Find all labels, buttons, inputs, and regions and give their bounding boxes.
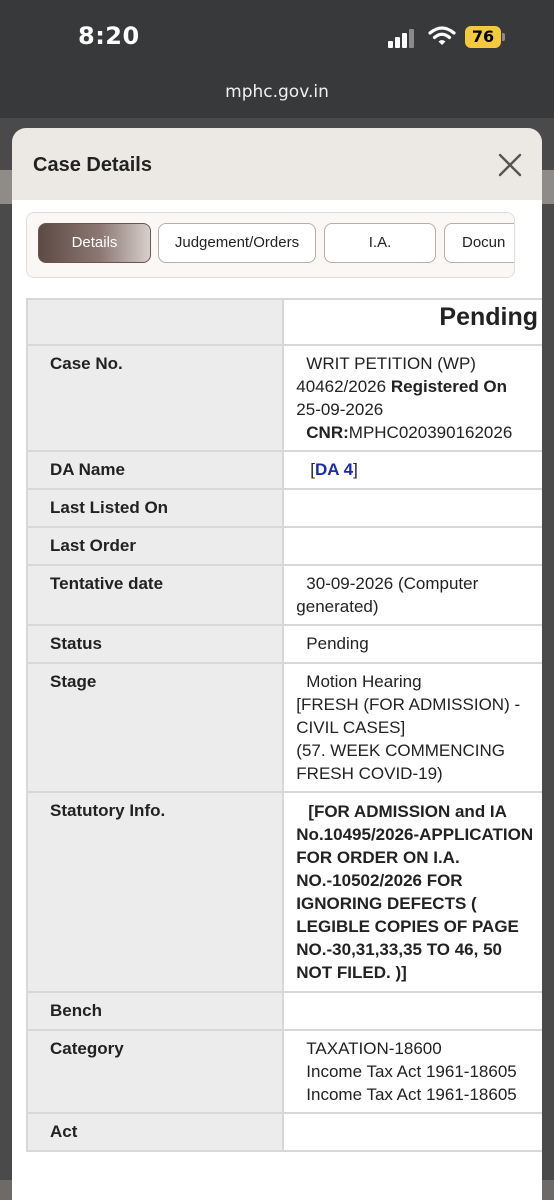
table-row-statutory-info: Statutory Info. [FOR ADMISSION and IA No… <box>25 791 542 993</box>
table-row-last-order: Last Order <box>25 526 542 566</box>
cellular-signal-icon <box>388 28 418 48</box>
tab-judgement-orders[interactable]: Judgement/Orders <box>158 223 316 263</box>
stage-line-1: Motion Hearing <box>306 672 422 691</box>
da-name-label: DA Name <box>25 450 285 490</box>
category-line-1: TAXATION-18600 <box>306 1039 442 1058</box>
case-no-value: WRIT PETITION (WP) 40462/2026 Registered… <box>282 344 542 452</box>
tab-documents[interactable]: Docun <box>444 223 514 263</box>
table-row-tentative-date: Tentative date 30-09-2026 (Computer gene… <box>25 564 542 626</box>
table-row-header: Pending <box>25 298 542 346</box>
battery-icon: 76 <box>465 26 505 48</box>
case-no-label: Case No. <box>25 344 285 452</box>
status-label: Status <box>25 624 285 664</box>
bench-value <box>282 991 542 1031</box>
table-row-case-no: Case No. WRIT PETITION (WP) 40462/2026 R… <box>25 344 542 452</box>
category-line-3: Income Tax Act 1961-18605 <box>306 1085 517 1104</box>
case-number: 40462/2026 <box>296 377 387 396</box>
act-label: Act <box>25 1112 285 1152</box>
statutory-info-label: Statutory Info. <box>25 791 285 993</box>
da-name-link[interactable]: DA 4 <box>315 460 353 479</box>
tab-bar: Details Judgement/Orders I.A. Docun <box>26 212 515 278</box>
stage-line-2: [FRESH (FOR ADMISSION) - CIVIL CASES] <box>296 695 521 737</box>
battery-level: 76 <box>465 26 501 48</box>
case-details-modal: Case Details Details Judgement/Orders I.… <box>12 128 542 1200</box>
stage-label: Stage <box>25 662 285 793</box>
close-icon[interactable] <box>497 152 523 178</box>
status-bar: 8:20 76 <box>0 0 554 72</box>
registered-date: 25-09-2026 <box>296 400 384 419</box>
url-bar[interactable]: mphc.gov.in <box>0 72 554 118</box>
da-name-value: [DA 4] <box>282 450 542 490</box>
table-row-category: Category TAXATION-18600 Income Tax Act 1… <box>25 1029 542 1114</box>
case-details-table: Pending Case No. WRIT PETITION (WP) 4046… <box>25 298 542 1152</box>
table-row-act: Act <box>25 1112 542 1152</box>
table-row-stage: Stage Motion Hearing [FRESH (FOR ADMISSI… <box>25 662 542 793</box>
cnr-label: CNR: <box>306 423 349 442</box>
category-value: TAXATION-18600 Income Tax Act 1961-18605… <box>282 1029 542 1114</box>
stage-value: Motion Hearing [FRESH (FOR ADMISSION) - … <box>282 662 542 793</box>
cnr-value: MPHC020390162026 <box>348 423 513 442</box>
last-listed-value <box>282 488 542 528</box>
tentative-date-label: Tentative date <box>25 564 285 626</box>
tentative-date-value: 30-09-2026 (Computer generated) <box>282 564 542 626</box>
bench-label: Bench <box>25 991 285 1031</box>
table-row-bench: Bench <box>25 991 542 1031</box>
wifi-icon <box>428 25 456 47</box>
tab-details[interactable]: Details <box>38 223 151 263</box>
registered-on-label: Registered On <box>390 377 508 396</box>
last-order-label: Last Order <box>25 526 285 566</box>
modal-title: Case Details <box>33 154 152 176</box>
table-row-da-name: DA Name [DA 4] <box>25 450 542 490</box>
modal-content: Details Judgement/Orders I.A. Docun Pend… <box>12 200 542 1200</box>
category-line-2: Income Tax Act 1961-18605 <box>306 1062 517 1081</box>
stage-line-3: (57. WEEK COMMENCING FRESH COVID-19) <box>296 741 506 783</box>
clock-time: 8:20 <box>78 22 140 50</box>
category-label: Category <box>25 1029 285 1114</box>
case-type: WRIT PETITION (WP) <box>306 354 476 373</box>
tab-ia[interactable]: I.A. <box>324 223 436 263</box>
table-row-status: Status Pending <box>25 624 542 664</box>
table-row-last-listed: Last Listed On <box>25 488 542 528</box>
last-listed-label: Last Listed On <box>25 488 285 528</box>
act-value <box>282 1112 542 1152</box>
last-order-value <box>282 526 542 566</box>
statutory-info-value: [FOR ADMISSION and IA No.10495/2026-APPL… <box>282 791 542 993</box>
header-status: Pending <box>282 298 542 346</box>
status-value: Pending <box>282 624 542 664</box>
